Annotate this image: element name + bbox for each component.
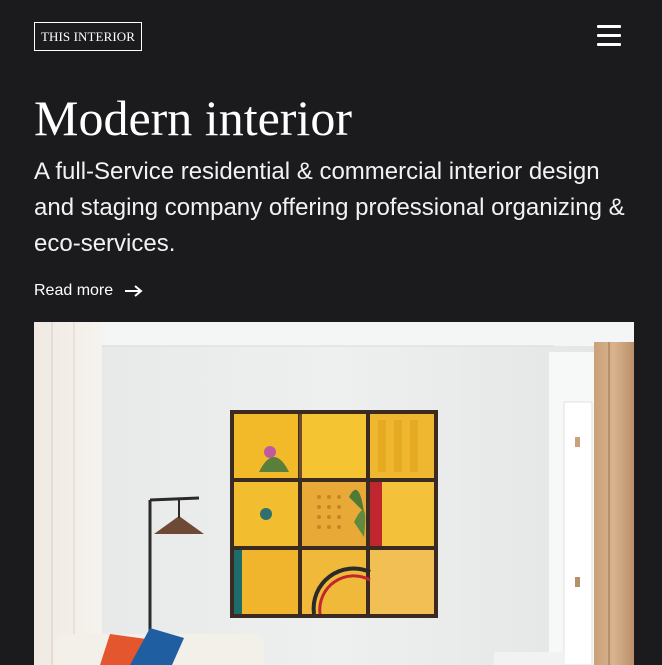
- read-more-link[interactable]: Read more: [34, 282, 143, 300]
- hero-subtitle: A full-Service residential & commercial …: [34, 158, 625, 257]
- read-more-label: Read more: [34, 282, 114, 299]
- hamburger-menu-icon[interactable]: [594, 22, 624, 50]
- menu-bar: [597, 25, 621, 28]
- site-logo[interactable]: THIS INTERIOR: [34, 22, 142, 51]
- page-title: Modern interior: [34, 90, 352, 146]
- interior-photo: [34, 322, 634, 665]
- menu-bar: [597, 43, 621, 46]
- arrow-right-icon: [125, 285, 143, 297]
- hero-image: [34, 322, 634, 665]
- menu-bar: [597, 34, 621, 37]
